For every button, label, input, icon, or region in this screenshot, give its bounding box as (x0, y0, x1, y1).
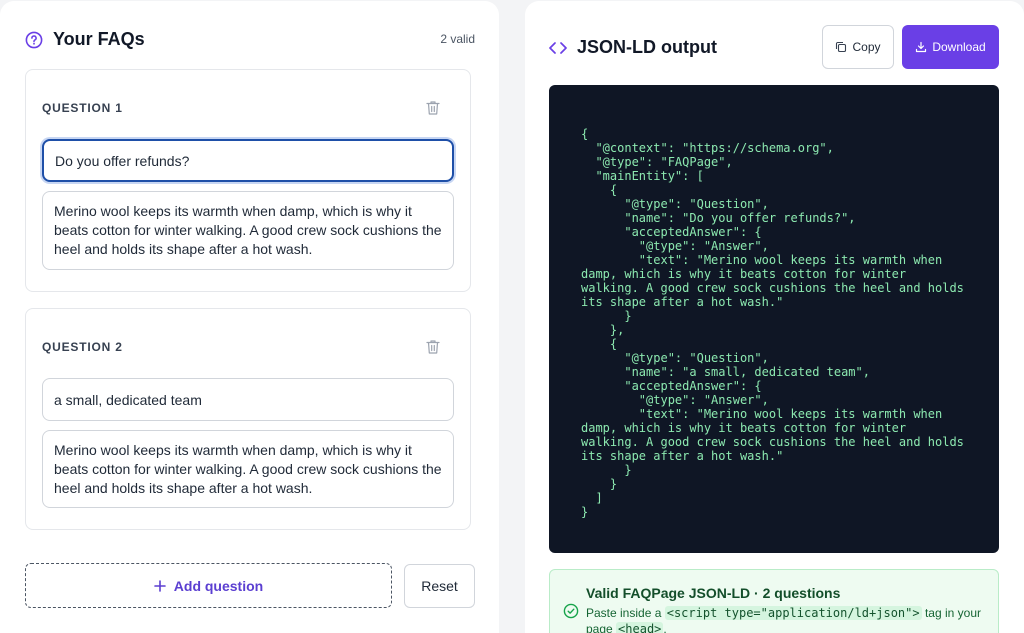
download-button[interactable]: Download (902, 25, 999, 69)
answer-textarea[interactable]: Merino wool keeps its warmth when damp, … (42, 430, 454, 508)
question-card: QUESTION 1 Do you offer refunds? Merino … (25, 69, 471, 292)
question-label: QUESTION 1 (42, 101, 123, 115)
download-icon (916, 41, 927, 53)
question-label: QUESTION 2 (42, 340, 123, 354)
valid-count: 2 valid (440, 32, 475, 46)
copy-label: Copy (852, 40, 881, 54)
head-tag-code: <head> (616, 622, 664, 633)
faq-editor-panel: Your FAQs 2 valid QUESTION 1 Do you offe… (0, 1, 499, 633)
download-label: Download (932, 40, 986, 54)
validation-text: . (663, 622, 667, 633)
code-brackets-icon (549, 41, 567, 54)
question-card: QUESTION 2 a small, dedicated team Merin… (25, 308, 471, 530)
output-panel-title: JSON-LD output (577, 37, 717, 57)
answer-textarea[interactable]: Merino wool keeps its warmth when damp, … (42, 191, 454, 270)
json-output-panel: JSON-LD output Copy Download { "@context… (525, 1, 1024, 633)
trash-icon[interactable] (426, 100, 440, 116)
json-ld-code-block[interactable]: { "@context": "https://schema.org", "@ty… (549, 85, 999, 553)
check-circle-icon (563, 603, 579, 619)
trash-icon[interactable] (426, 339, 440, 355)
reset-button[interactable]: Reset (404, 564, 475, 608)
plus-icon (153, 579, 166, 592)
faq-panel-title: Your FAQs (53, 29, 145, 49)
question-input[interactable]: a small, dedicated team (42, 378, 454, 421)
validation-banner: Valid FAQPage JSON-LD · 2 questions Past… (549, 569, 999, 633)
validation-title: Valid FAQPage JSON-LD · 2 questions (586, 585, 841, 601)
copy-button[interactable]: Copy (822, 25, 894, 69)
script-tag-code: <script type="application/ld+json"> (664, 606, 922, 620)
validation-description: Paste inside a <script type="application… (586, 605, 986, 633)
output-panel-header: JSON-LD output (549, 37, 717, 58)
add-question-label: Add question (173, 577, 264, 594)
faq-panel-header: Your FAQs (25, 29, 145, 50)
add-question-button[interactable]: Add question (25, 563, 392, 608)
validation-text: Paste inside a (586, 606, 662, 620)
question-input[interactable]: Do you offer refunds? (42, 139, 454, 182)
question-circle-icon (25, 31, 43, 48)
copy-icon (836, 41, 847, 53)
